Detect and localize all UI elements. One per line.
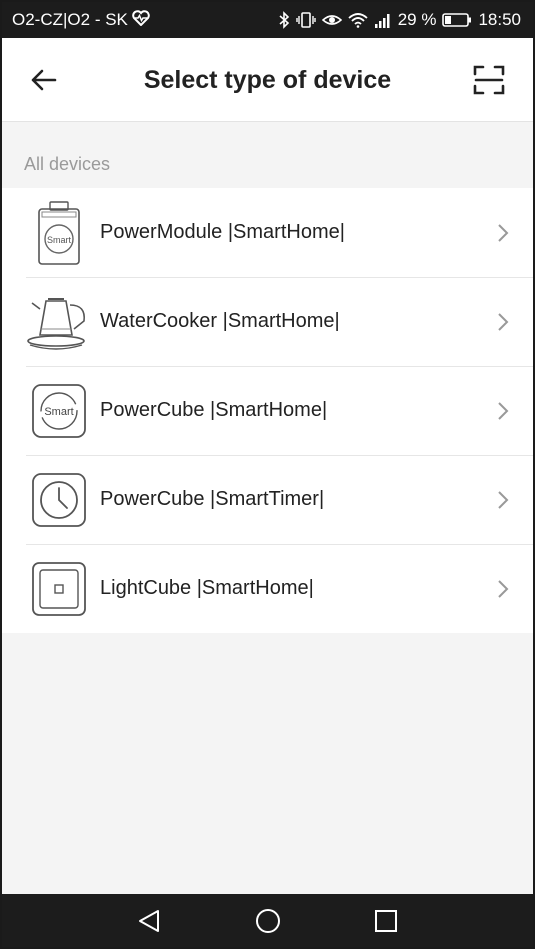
clock-time: 18:50	[478, 10, 521, 29]
device-label: PowerCube |SmartHome|	[100, 399, 328, 421]
device-list: Smart PowerModule |SmartHome| WaterCooke…	[2, 188, 533, 633]
chevron-right-icon	[498, 312, 509, 331]
app-frame: O2-CZ|O2 - SK 29 % 18:50 Select type of …	[2, 2, 533, 947]
signal-icon	[374, 12, 392, 28]
light-cube-icon	[26, 556, 92, 622]
kettle-icon	[26, 289, 92, 355]
chevron-right-icon	[498, 401, 509, 420]
recents-square-icon[interactable]	[372, 907, 400, 935]
back-triangle-icon[interactable]	[136, 907, 164, 935]
section-label: All devices	[24, 154, 111, 174]
status-right: 29 % 18:50	[278, 10, 521, 30]
scan-button[interactable]	[471, 62, 507, 98]
power-cube-icon-text: Smart	[44, 406, 73, 418]
home-circle-icon[interactable]	[254, 907, 282, 935]
status-left: O2-CZ|O2 - SK	[12, 9, 150, 31]
battery-icon	[442, 12, 472, 28]
battery-percent: 29 %	[397, 10, 437, 29]
heart-rate-icon	[132, 9, 150, 31]
carrier-text: O2-CZ|O2 - SK	[12, 10, 128, 29]
chevron-right-icon	[498, 223, 509, 242]
list-item-watercooker[interactable]: WaterCooker |SmartHome|	[2, 277, 533, 366]
list-item-powercube-smarttimer[interactable]: PowerCube |SmartTimer|	[2, 455, 533, 544]
device-label: WaterCooker |SmartHome|	[100, 310, 340, 332]
device-label: PowerCube |SmartTimer|	[100, 488, 325, 510]
eye-icon	[321, 12, 342, 28]
list-item-powercube-smarthome[interactable]: Smart PowerCube |SmartHome|	[2, 366, 533, 455]
arrow-left-icon	[31, 69, 57, 91]
page-title: Select type of device	[143, 66, 392, 94]
app-header: Select type of device	[2, 38, 533, 122]
back-button[interactable]	[26, 62, 62, 98]
wifi-icon	[348, 12, 368, 28]
power-module-icon-text: Smart	[47, 235, 72, 245]
chevron-right-icon	[498, 490, 509, 509]
system-nav-bar	[2, 894, 533, 947]
list-item-lightcube[interactable]: LightCube |SmartHome|	[2, 544, 533, 633]
vibrate-icon	[296, 11, 316, 29]
device-label: PowerModule |SmartHome|	[100, 221, 345, 243]
power-cube-smart-icon: Smart	[26, 378, 92, 444]
list-item-powermodule[interactable]: Smart PowerModule |SmartHome|	[2, 188, 533, 277]
power-module-icon: Smart	[26, 200, 92, 266]
status-bar: O2-CZ|O2 - SK 29 % 18:50	[2, 2, 533, 38]
timer-cube-icon	[26, 467, 92, 533]
device-label: LightCube |SmartHome|	[100, 577, 314, 599]
bluetooth-icon	[278, 11, 290, 29]
chevron-right-icon	[498, 579, 509, 598]
scan-frame-icon	[473, 65, 505, 95]
